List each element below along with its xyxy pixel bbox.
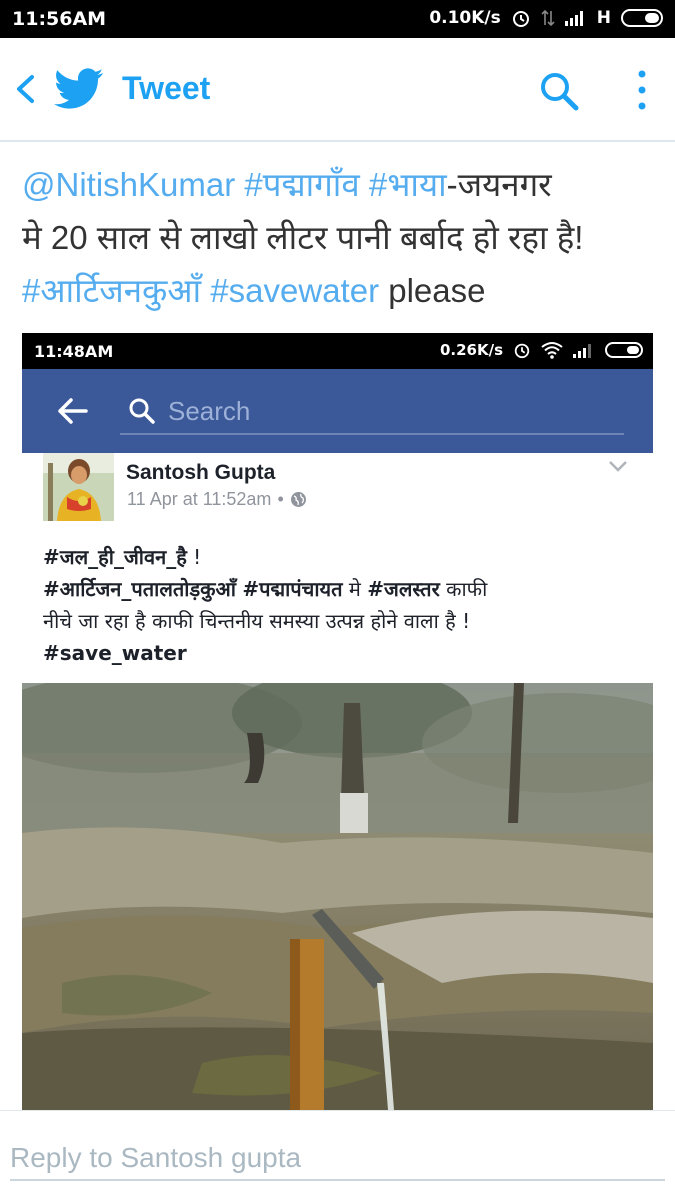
tweet-text-segment: -जयनगर [446, 166, 552, 203]
post-line: #save_water [43, 637, 633, 669]
search-icon[interactable] [538, 70, 580, 112]
artesian-well-photo [22, 683, 653, 1110]
more-options-icon[interactable] [634, 68, 650, 112]
facebook-search-bar [22, 369, 653, 453]
status-bar: 11:56AM 0.10K/s H [0, 0, 675, 38]
facebook-search-input[interactable] [168, 393, 608, 429]
avatar[interactable] [43, 453, 114, 521]
embedded-status-bar: 11:48AM 0.26K/s [22, 333, 653, 369]
post-text-segment: काफी [439, 577, 488, 601]
post-timestamp[interactable]: 11 Apr at 11:52am [127, 489, 271, 510]
post-text-segment: ! [186, 545, 202, 569]
reply-bar [0, 1110, 675, 1200]
hashtag-link[interactable]: #पद्मागाँव [244, 166, 359, 203]
hashtag-link[interactable]: #आर्टिजनकुआँ [22, 272, 201, 309]
tweet-text: @NitishKumar #पद्मागाँव #भाया-जयनगर मे 2… [22, 158, 662, 317]
globe-icon [290, 492, 306, 507]
post-line: #जल_ही_जीवन_है ! [43, 541, 633, 573]
embedded-status-icons: 0.26K/s [440, 341, 643, 359]
hashtag-link[interactable]: #save_water [43, 641, 187, 665]
network-type: H [596, 8, 611, 28]
tweet-text-segment: please [388, 272, 486, 309]
mention-link[interactable]: @NitishKumar [22, 166, 235, 203]
post-line: #आर्टिजन_पतालतोड़कुआँ #पद्मापंचायत मे #ज… [43, 573, 633, 605]
hashtag-link[interactable]: #जलस्तर [367, 577, 440, 601]
search-icon [129, 398, 155, 424]
back-arrow-icon[interactable] [56, 397, 88, 425]
tweet-line-2: मे 20 साल से लाखो लीटर पानी बर्बाद हो रह… [22, 219, 584, 256]
tweet-line-3: #आर्टिजनकुआँ #savewater please [22, 264, 662, 317]
post-text: #जल_ही_जीवन_है ! #आर्टिजन_पतालतोड़कुआँ #… [43, 541, 633, 669]
chevron-down-icon[interactable] [608, 459, 628, 473]
post-text-segment: मे [342, 577, 368, 601]
twitter-bird-icon [54, 68, 104, 109]
post-meta: 11 Apr at 11:52am • [127, 489, 307, 510]
hashtag-link[interactable]: #जल_ही_जीवन_है [43, 545, 187, 569]
back-icon[interactable] [12, 74, 38, 104]
post-author[interactable]: Santosh Gupta [126, 461, 275, 485]
status-icons: 0.10K/s H [429, 8, 663, 28]
app-header: Tweet [0, 38, 675, 142]
signal-icon [573, 342, 595, 358]
status-time: 11:56AM [12, 8, 107, 30]
embedded-network-speed: 0.26K/s [439, 341, 503, 359]
signal-icon [564, 10, 587, 26]
facebook-search-field[interactable] [120, 387, 624, 435]
battery-icon [621, 9, 663, 27]
data-transfer-icon [541, 9, 555, 27]
alarm-icon [514, 343, 530, 359]
page-title: Tweet [122, 70, 211, 106]
meta-separator: • [277, 489, 284, 509]
post-photo[interactable] [22, 683, 653, 1110]
hashtag-link[interactable]: #आर्टिजन_पतालतोड़कुआँ [43, 577, 236, 601]
hashtag-link[interactable]: #पद्मापंचायत [242, 577, 342, 601]
network-speed: 0.10K/s [429, 8, 501, 28]
wifi-icon [541, 342, 563, 359]
hashtag-link[interactable]: #भाया [369, 166, 447, 203]
embedded-status-time: 11:48AM [34, 342, 114, 361]
reply-input[interactable] [10, 1137, 665, 1181]
battery-icon [605, 342, 643, 358]
facebook-post: Santosh Gupta 11 Apr at 11:52am • #जल_ही… [22, 453, 653, 1110]
attached-image[interactable]: 11:48AM 0.26K/s Search Santosh Gupta 11 … [22, 333, 653, 1110]
tweet-line-1: @NitishKumar #पद्मागाँव #भाया-जयनगर [22, 158, 662, 211]
alarm-icon [512, 11, 529, 27]
avatar-image [43, 453, 114, 521]
hashtag-link[interactable]: #savewater [210, 272, 379, 309]
post-line: नीचे जा रहा है काफी चिन्तनीय समस्या उत्प… [43, 609, 471, 633]
